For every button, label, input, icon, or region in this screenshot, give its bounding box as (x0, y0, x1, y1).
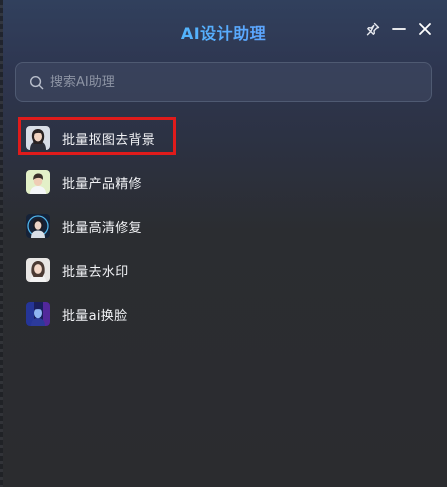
assistant-label: 批量ai换脸 (62, 308, 128, 324)
pin-icon (365, 21, 381, 37)
search-box[interactable] (15, 62, 432, 102)
minimize-button[interactable] (388, 18, 410, 40)
assistant-label: 批量高清修复 (62, 220, 142, 236)
search-input[interactable] (44, 63, 431, 101)
assistant-label: 批量产品精修 (62, 176, 142, 192)
man-portrait-avatar (26, 170, 50, 194)
assistant-label: 批量抠图去背景 (62, 132, 156, 148)
ai-assistant-panel: AI设计助理 搜索AI助理 批量抠图去背景 批量产品精修 批量高清修复 批量去水… (0, 0, 447, 487)
list-item-batch-remove-background[interactable]: 批量抠图去背景 (18, 116, 438, 160)
woman-portrait-avatar (26, 126, 50, 150)
close-icon (417, 21, 433, 37)
list-item-batch-ai-face-swap[interactable]: 批量ai换脸 (18, 292, 438, 336)
search-icon (28, 74, 44, 90)
pin-button[interactable] (362, 18, 384, 40)
robot-woman-avatar (26, 214, 50, 238)
minimize-icon (391, 21, 407, 37)
woman-portrait-avatar (26, 258, 50, 282)
list-item-batch-product-retouch[interactable]: 批量产品精修 (18, 160, 438, 204)
list-item-batch-hd-restore[interactable]: 批量高清修复 (18, 204, 438, 248)
close-button[interactable] (414, 18, 436, 40)
background-edge-strip (0, 0, 3, 487)
cyber-face-avatar (26, 302, 50, 326)
assistant-list: 批量抠图去背景 批量产品精修 批量高清修复 批量去水印 批量ai换脸 (18, 116, 438, 336)
list-item-batch-remove-watermark[interactable]: 批量去水印 (18, 248, 438, 292)
assistant-label: 批量去水印 (62, 264, 129, 280)
title-bar: AI设计助理 (0, 0, 447, 62)
